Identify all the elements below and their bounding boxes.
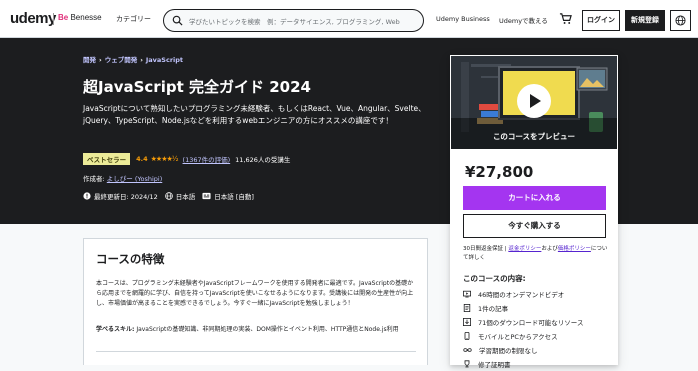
language-button[interactable]: [670, 10, 691, 31]
captions-text: 日本語 [自動]: [214, 193, 254, 201]
features-description: 本コースは、プログラミング未経験者やJavaScriptフレームワークを使用する…: [96, 280, 414, 307]
search-icon[interactable]: [172, 15, 183, 26]
include-text: 学習期間の制限なし: [479, 347, 538, 355]
search-bar[interactable]: 学びたいトピックを検索 例：データサイエンス, プログラミング, Web: [163, 9, 424, 32]
course-preview[interactable]: このコースをプレビュー: [451, 56, 617, 149]
download-icon: [463, 318, 471, 326]
refund-policy-link[interactable]: 返金ポリシー: [508, 246, 541, 252]
breadcrumb-separator-icon: ›: [99, 56, 102, 64]
course-features-section: コースの特徴 本コースは、プログラミング未経験者やJavaScriptフレームワ…: [83, 238, 428, 365]
alert-icon: [83, 192, 91, 200]
include-text: 1件の記事: [478, 305, 509, 313]
include-text: モバイルとPCからアクセス: [478, 333, 558, 341]
logo-divider: [53, 13, 54, 25]
features-heading: コースの特徴: [96, 252, 165, 266]
top-navigation: udemy Be Benesse カテゴリー 学びたいトピックを検索 例：データ…: [0, 0, 698, 38]
author-prefix: 作成者:: [83, 175, 105, 183]
author-link[interactable]: よしぴー (Yoshipi): [107, 175, 162, 183]
buy-now-button[interactable]: 今すぐ購入する: [463, 214, 606, 238]
course-title: 超JavaScript 完全ガイド 2024: [83, 78, 311, 96]
video-icon: [463, 290, 471, 298]
course-captions: 日本語 [自動]: [202, 191, 254, 201]
last-updated-text: 最終更新日: 2024/12: [94, 193, 158, 201]
breadcrumb-separator-icon: ›: [140, 56, 143, 64]
rating-value: 4.4: [136, 155, 148, 163]
rating-count-link[interactable]: (1367件の評価): [183, 154, 231, 164]
categories-menu[interactable]: カテゴリー: [116, 14, 151, 24]
signup-button[interactable]: 新規登録: [625, 10, 665, 31]
infinity-icon: [463, 348, 472, 352]
language-text: 日本語: [175, 193, 196, 201]
captions-icon: [202, 192, 211, 200]
includes-list: 46時間のオンデマンドビデオ 1件の記事 71個のダウンロード可能なリソース モ…: [463, 287, 613, 371]
include-text: 修了証明書: [478, 361, 511, 369]
course-subtitle: JavaScriptについて熟知したいプログラミング未経験者、もしくはReact…: [83, 104, 426, 125]
teach-on-udemy-link[interactable]: Udemyで教える: [499, 15, 548, 25]
benesse-wordmark: Benesse: [70, 13, 102, 22]
bestseller-badge: ベストセラー: [83, 153, 131, 165]
include-text: 46時間のオンデマンドビデオ: [478, 291, 565, 299]
search-input[interactable]: 学びたいトピックを検索 例：データサイエンス, プログラミング, Web: [189, 16, 417, 26]
refund-mid: および: [541, 246, 558, 252]
list-item: 学習期間の制限なし: [463, 343, 613, 357]
last-updated: 最終更新日: 2024/12: [83, 191, 158, 201]
article-icon: [463, 304, 471, 312]
list-item: 71個のダウンロード可能なリソース: [463, 315, 613, 329]
includes-title: このコースの内容:: [463, 274, 526, 283]
list-item: モバイルとPCからアクセス: [463, 329, 613, 343]
refund-policy-text: 30日間返金保証 | 返金ポリシーおよび価格ポリシーについて詳しく: [463, 245, 608, 263]
course-rating-row: ベストセラー 4.4 ★★★★½ (1367件の評価) 11,626人の受講生: [83, 153, 290, 165]
benesse-mark: Be: [58, 13, 69, 22]
course-author: 作成者: よしぴー (Yoshipi): [83, 173, 162, 183]
add-to-cart-button[interactable]: カートに入れる: [463, 186, 606, 210]
mobile-icon: [464, 332, 470, 340]
trophy-icon: [464, 360, 470, 368]
udemy-business-link[interactable]: Udemy Business: [436, 15, 490, 23]
features-skills: 学べるスキル: JavaScriptの基礎知識、非同期処理の実装、DOM操作とイ…: [96, 325, 416, 335]
preview-label[interactable]: このコースをプレビュー: [451, 131, 617, 142]
course-language: 日本語: [164, 191, 196, 201]
include-text: 71個のダウンロード可能なリソース: [478, 319, 584, 327]
features-divider: [96, 351, 416, 352]
breadcrumb-web-development[interactable]: ウェブ開発: [105, 56, 138, 64]
login-button[interactable]: ログイン: [582, 10, 620, 31]
breadcrumb: 開発 › ウェブ開発 › JavaScript: [83, 54, 183, 64]
play-icon[interactable]: [517, 84, 551, 118]
list-item: 46時間のオンデマンドビデオ: [463, 287, 613, 301]
list-item: 1件の記事: [463, 301, 613, 315]
breadcrumb-javascript[interactable]: JavaScript: [146, 56, 183, 64]
skills-label: 学べるスキル:: [96, 326, 135, 333]
breadcrumb-development[interactable]: 開発: [83, 56, 96, 64]
skills-text: JavaScriptの基礎知識、非同期処理の実装、DOM操作とイベント利用、HT…: [134, 326, 399, 333]
globe-icon: [675, 15, 686, 26]
student-count: 11,626人の受講生: [235, 156, 291, 164]
course-meta-row: 最終更新日: 2024/12 日本語 日本語 [自動]: [83, 191, 261, 201]
course-price: ¥27,800: [465, 163, 534, 181]
list-item: 修了証明書: [463, 357, 613, 371]
rating-stars-icon: ★★★★½: [150, 155, 179, 163]
benesse-logo: Be Benesse: [58, 13, 102, 22]
pricing-policy-link[interactable]: 価格ポリシー: [558, 246, 591, 252]
cart-icon[interactable]: [559, 12, 572, 25]
globe-icon: [164, 192, 173, 200]
refund-prefix: 30日間返金保証 |: [463, 246, 509, 252]
purchase-card: このコースをプレビュー ¥27,800 カートに入れる 今すぐ購入する 30日間…: [450, 55, 618, 369]
udemy-logo[interactable]: udemy: [10, 10, 56, 27]
